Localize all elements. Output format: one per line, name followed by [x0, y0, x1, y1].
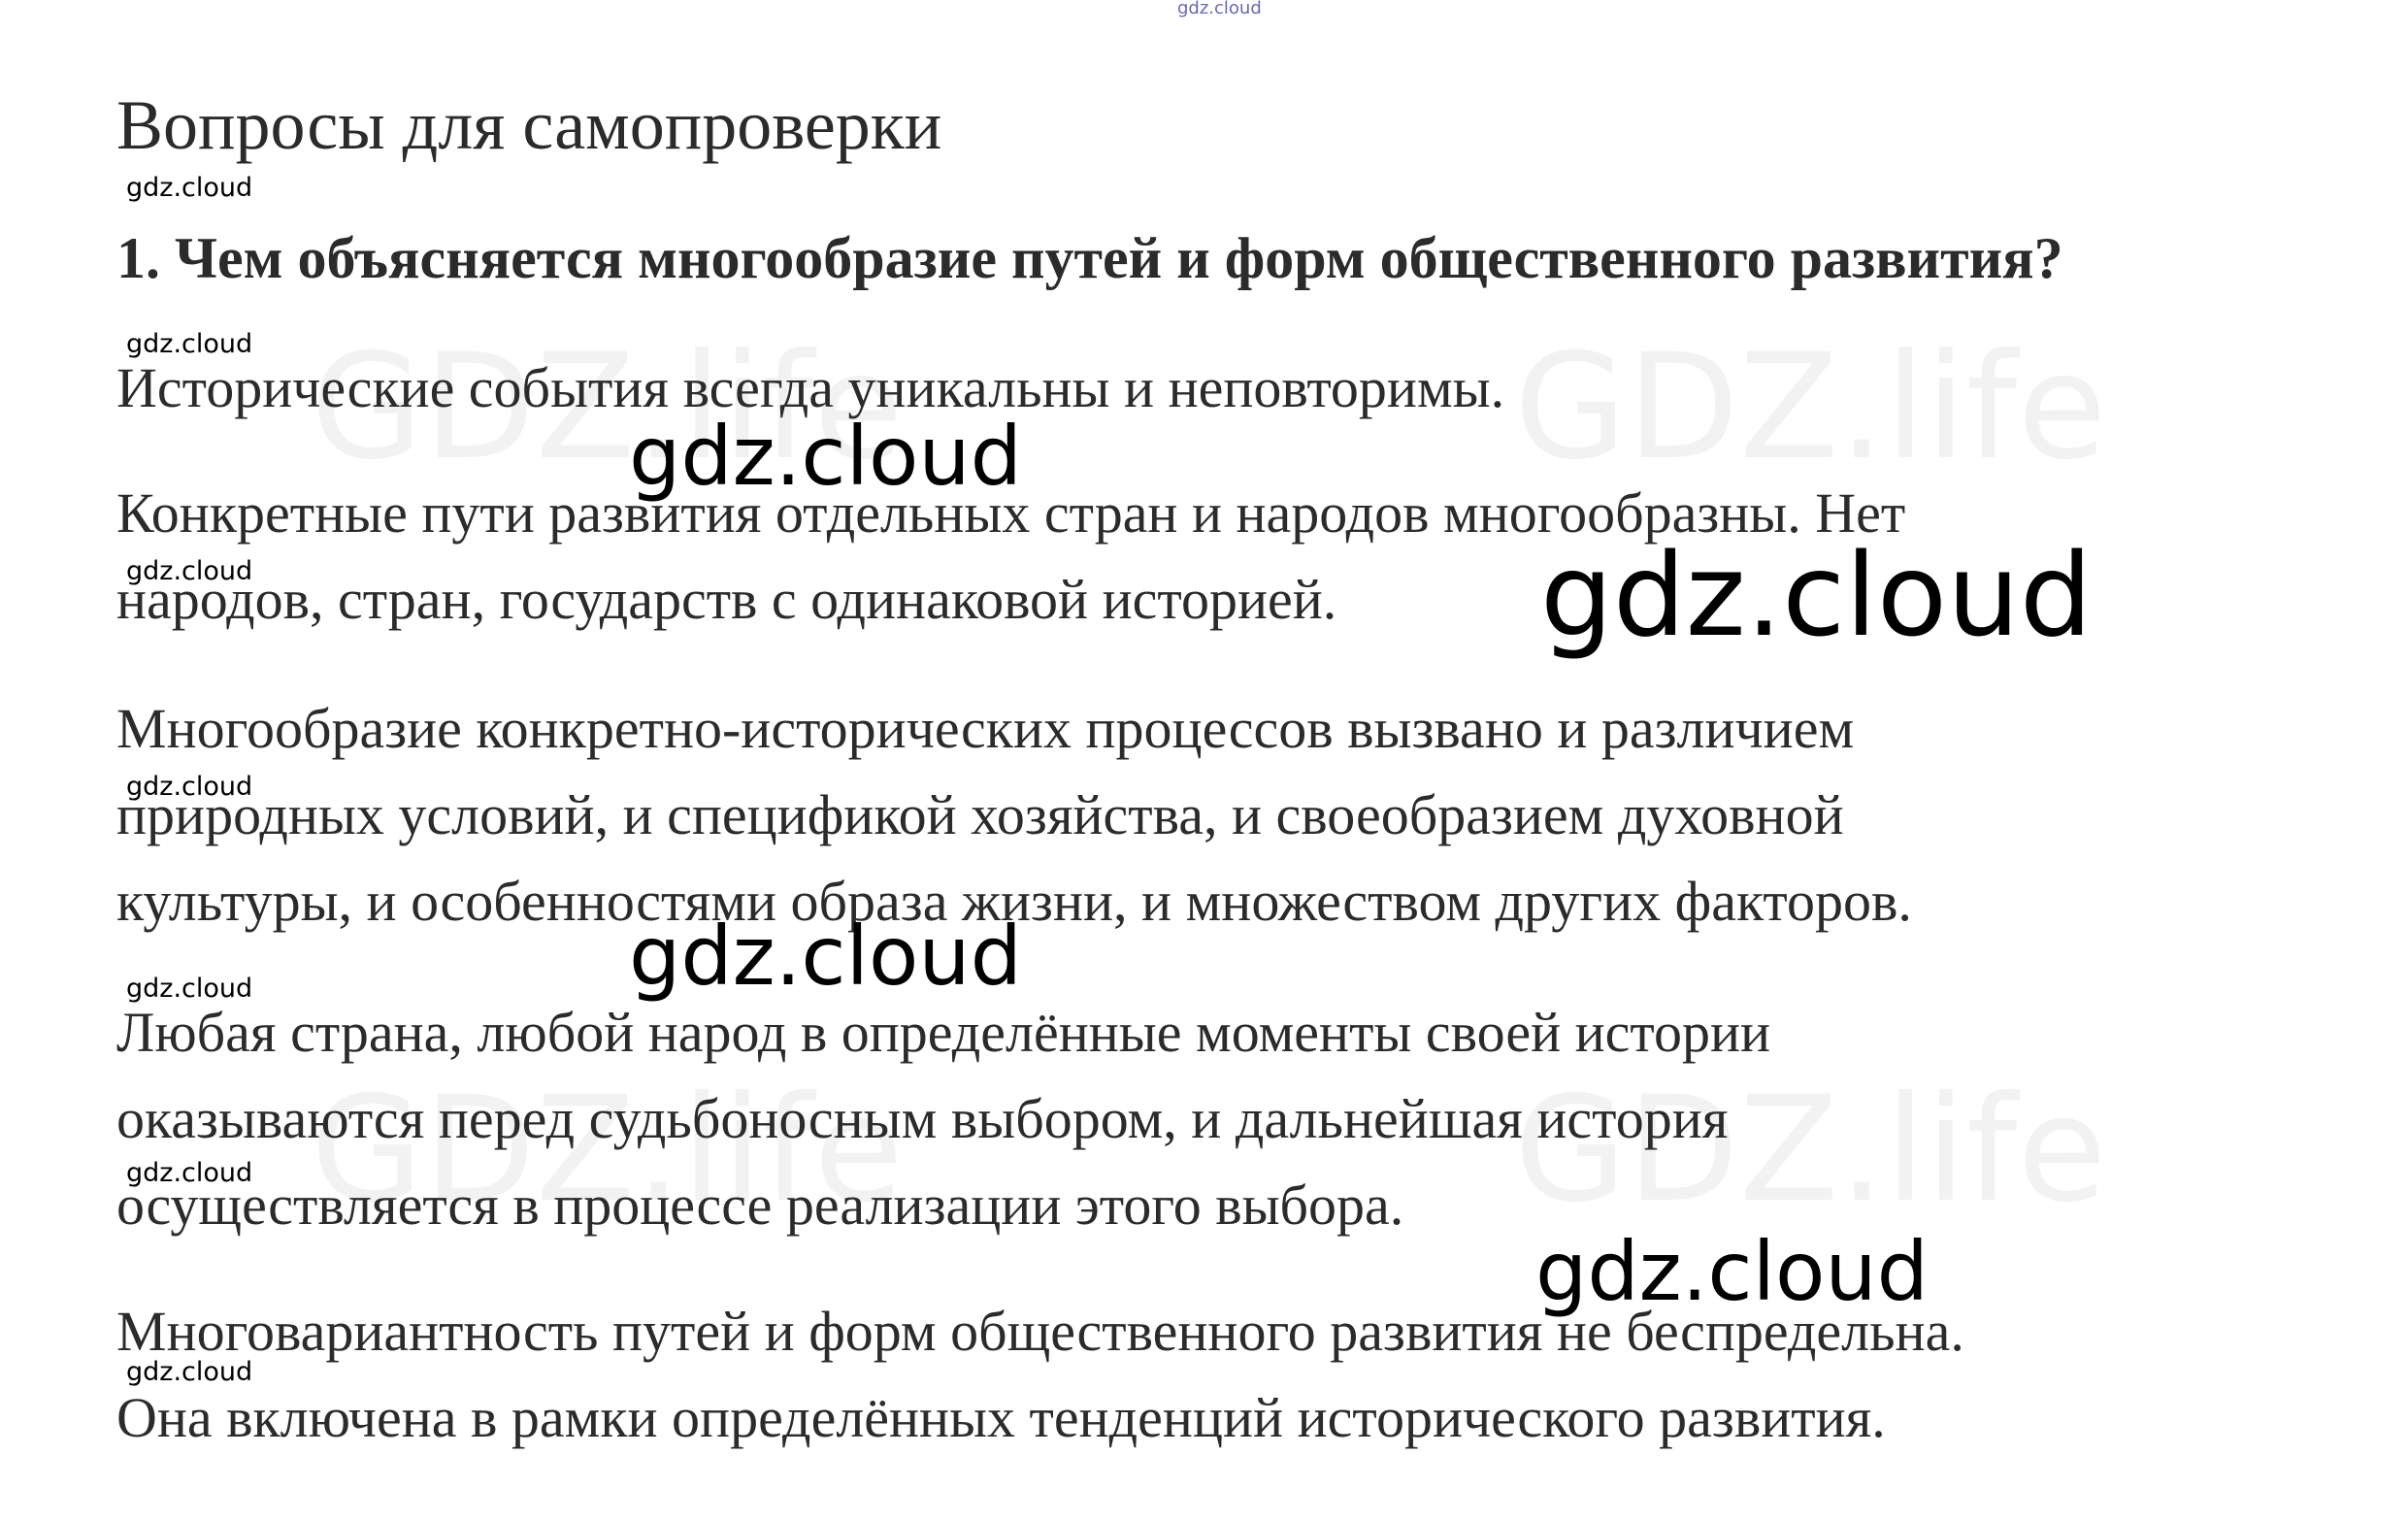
answer-paragraph-4: Любая страна, любой народ в определённые… [116, 989, 1770, 1248]
text-line: осуществляется в процессе реализации это… [116, 1174, 1404, 1237]
text-line: природных условий, и спецификой хозяйств… [116, 783, 1844, 846]
answer-paragraph-3: Многообразие конкретно-исторических проц… [116, 685, 1912, 944]
text-line: оказываются перед судьбоносным выбором, … [116, 1087, 1729, 1150]
text-line: Многообразие конкретно-исторических проц… [116, 697, 1855, 760]
text-line: Любая страна, любой народ в определённые… [116, 1001, 1771, 1064]
small-watermark: gdz.cloud [126, 1158, 253, 1188]
document-page: GDZ.life GDZ.life GDZ.life GDZ.life gdz.… [0, 0, 2408, 1521]
text-line: Она включена в рамки определённых тенден… [116, 1386, 1886, 1449]
answer-paragraph-5: Многовариантность путей и форм обществен… [116, 1288, 1964, 1461]
background-watermark: GDZ.life [1514, 323, 2107, 492]
top-watermark: gdz.cloud [1177, 0, 1262, 18]
question-heading: 1. Чем объясняется многообразие путей и … [116, 226, 2063, 290]
text-line: Многовариантность путей и форм обществен… [116, 1300, 1964, 1363]
small-watermark: gdz.cloud [126, 173, 253, 203]
page-title: Вопросы для самопроверки [116, 86, 942, 164]
large-watermark: gdz.cloud [1540, 528, 2093, 662]
mid-watermark: gdz.cloud [629, 909, 1022, 1004]
